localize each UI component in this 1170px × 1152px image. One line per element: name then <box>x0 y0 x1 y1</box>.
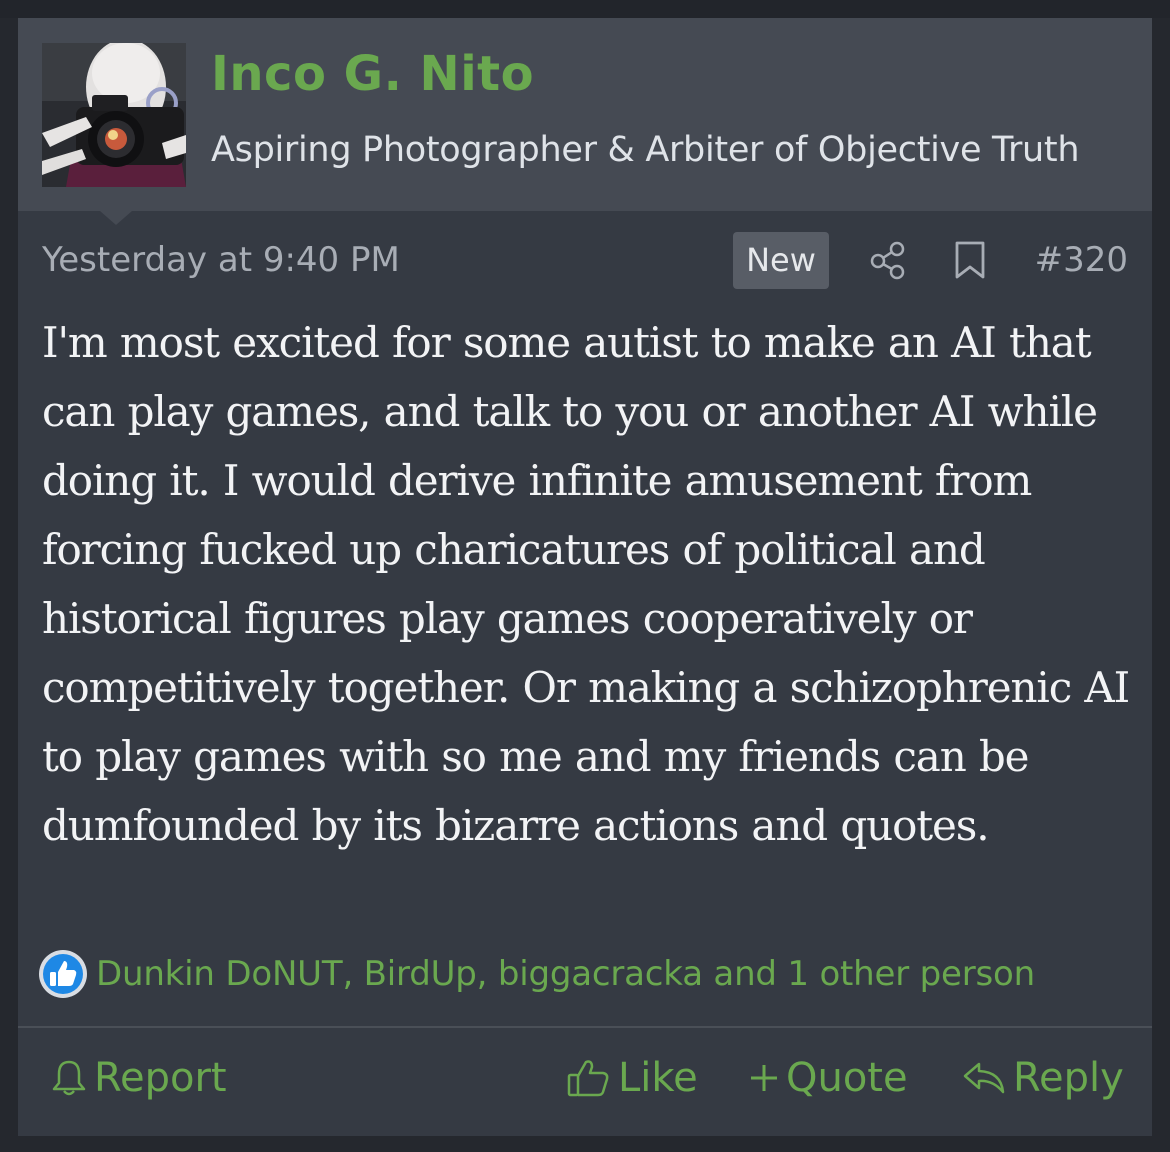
post-timestamp[interactable]: Yesterday at 9:40 PM <box>42 240 400 280</box>
header-pointer-arrow <box>100 211 132 225</box>
author-title: Aspiring Photographer & Arbiter of Objec… <box>211 130 1080 170</box>
bell-icon <box>52 1060 86 1096</box>
post-meta: Yesterday at 9:40 PM New #320 <box>18 230 1152 290</box>
forum-post: Inco G. Nito Aspiring Photographer & Arb… <box>18 18 1152 1136</box>
post-number-link[interactable]: #320 <box>1035 240 1128 280</box>
share-icon[interactable] <box>868 240 908 280</box>
thumbs-up-reaction-icon[interactable] <box>38 949 88 999</box>
report-button[interactable]: Report <box>50 1043 227 1113</box>
reaction-users-link[interactable]: Dunkin DoNUT, BirdUp, biggacracka and 1 … <box>96 954 1035 994</box>
thumbs-up-icon <box>567 1060 609 1097</box>
top-strip <box>0 0 1170 18</box>
like-label: Like <box>618 1055 698 1101</box>
photographer-avatar-icon <box>42 43 186 187</box>
quote-button[interactable]: Quote <box>748 1043 908 1113</box>
post-body-text: I'm most excited for some autist to make… <box>42 318 1130 850</box>
post-header: Inco G. Nito Aspiring Photographer & Arb… <box>18 18 1152 211</box>
report-label: Report <box>94 1055 227 1101</box>
reactions-bar: Dunkin DoNUT, BirdUp, biggacracka and 1 … <box>38 944 1035 1004</box>
reply-label: Reply <box>1013 1055 1124 1101</box>
avatar[interactable] <box>42 43 186 187</box>
footer-divider <box>18 1026 1152 1028</box>
plus-icon <box>751 1065 777 1091</box>
reply-button[interactable]: Reply <box>961 1043 1124 1113</box>
reply-arrow-icon <box>963 1062 1005 1094</box>
author-name[interactable]: Inco G. Nito <box>211 46 534 102</box>
like-button[interactable]: Like <box>566 1043 698 1113</box>
quote-label: Quote <box>786 1055 908 1101</box>
post-actions: Report Like Quote Reply <box>18 1043 1152 1113</box>
bookmark-icon[interactable] <box>953 240 987 280</box>
new-badge: New <box>733 232 829 289</box>
